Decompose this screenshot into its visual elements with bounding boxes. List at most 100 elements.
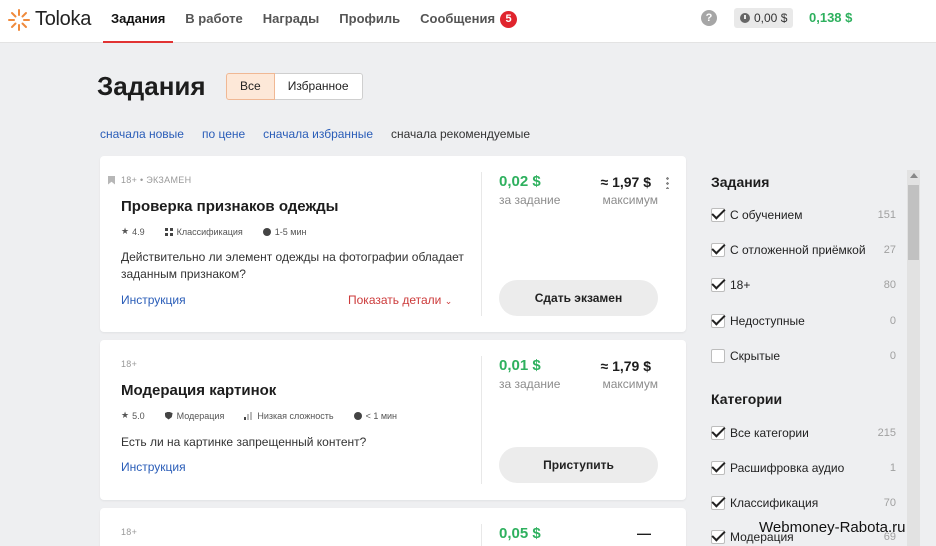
clock-icon — [353, 411, 362, 420]
task-duration: 1-5 мин — [262, 226, 317, 237]
checkbox[interactable] — [711, 496, 725, 510]
sort-favorites[interactable]: сначала избранные — [263, 127, 373, 141]
checkbox[interactable] — [711, 243, 725, 257]
task-type-label: Модерация — [176, 410, 225, 421]
difficulty-bars-icon — [244, 411, 254, 420]
filter-all-button[interactable]: Все — [226, 73, 275, 100]
show-details-label: Показать детали — [348, 293, 442, 307]
watermark: Webmoney-Rabota.ru — [759, 519, 906, 536]
task-tags: ★ 5.0 Модерация Низкая сложность < 1 мин — [121, 410, 417, 421]
category-label: Расшифровка аудио — [730, 461, 845, 475]
task-card[interactable]: 18+ Модерация картинок ★ 5.0 Модерация Ни… — [100, 340, 686, 500]
task-description: Действительно ли элемент одежды на фотог… — [121, 250, 464, 281]
category-all[interactable]: Все категории 215 — [711, 424, 896, 442]
categories-filter-title: Категории — [711, 391, 783, 407]
sort-options: сначала новые по цене сначала избранные … — [100, 127, 548, 141]
checkbox[interactable] — [711, 314, 725, 328]
max-earnings: ≈ 1,97 $ — [600, 174, 652, 190]
filter-label: 18+ — [730, 278, 751, 292]
task-card[interactable]: 18+ 0,05 $ — — [100, 508, 686, 546]
more-menu-icon[interactable] — [666, 176, 669, 189]
task-description: Есть ли на картинке запрещенный контент? — [121, 435, 367, 449]
task-price: 0,02 $ — [499, 173, 541, 190]
category-label: Все категории — [730, 426, 809, 440]
card-divider — [481, 172, 482, 316]
take-exam-button[interactable]: Сдать экзамен — [499, 280, 658, 316]
max-earnings: ≈ 1,79 $ — [600, 358, 652, 374]
clock-icon — [262, 227, 271, 236]
task-difficulty: Низкая сложность — [244, 411, 343, 421]
card-divider — [481, 356, 482, 484]
max-label: максимум — [602, 193, 658, 207]
scroll-up-arrow-icon[interactable] — [910, 173, 918, 178]
checkbox[interactable] — [711, 349, 725, 363]
filter-hidden[interactable]: Скрытые 0 — [711, 347, 896, 365]
task-price: 0,01 $ — [499, 357, 541, 374]
task-title[interactable]: Модерация картинок — [121, 382, 276, 399]
show-details-link[interactable]: Показать детали ⌄ — [348, 293, 452, 307]
main-nav: Задания В работе Награды Профиль Сообщен… — [103, 0, 529, 43]
filter-count: 27 — [883, 244, 896, 256]
nav-profile[interactable]: Профиль — [331, 0, 408, 43]
card-meta: 18+ — [121, 359, 138, 369]
clock-icon — [740, 13, 750, 23]
sort-recommended[interactable]: сначала рекомендуемые — [391, 127, 530, 141]
filter-unavailable[interactable]: Недоступные 0 — [711, 312, 896, 330]
sort-newest[interactable]: сначала новые — [100, 127, 184, 141]
top-bar: Toloka Задания В работе Награды Профиль … — [0, 0, 936, 43]
tasks-filter-title: Задания — [711, 174, 770, 190]
task-type-label: Классификация — [176, 226, 243, 237]
task-card[interactable]: 18+ • ЭКЗАМЕН Проверка признаков одежды … — [100, 156, 686, 332]
filter-count: 0 — [889, 350, 896, 362]
task-price: 0,05 $ — [499, 525, 541, 542]
category-classification[interactable]: Классификация 70 — [711, 494, 896, 512]
task-duration-label: 1-5 мин — [274, 226, 307, 237]
task-difficulty-label: Низкая сложность — [257, 410, 334, 421]
nav-in-progress[interactable]: В работе — [177, 0, 250, 43]
task-type: Классификация — [164, 226, 253, 237]
filter-label: С отложенной приёмкой — [730, 243, 866, 257]
bookmark-icon[interactable] — [108, 175, 115, 185]
start-task-button[interactable]: Приступить — [499, 447, 658, 483]
sort-price[interactable]: по цене — [202, 127, 245, 141]
task-title[interactable]: Проверка признаков одежды — [121, 198, 338, 215]
checkbox[interactable] — [711, 208, 725, 222]
help-icon[interactable]: ? — [701, 10, 717, 26]
rating: ★ 5.0 — [121, 410, 155, 421]
price-label: за задание — [499, 377, 561, 391]
checkbox[interactable] — [711, 461, 725, 475]
price-label: за задание — [499, 193, 561, 207]
balance[interactable]: 0,138 $ — [809, 10, 852, 25]
category-count: 1 — [889, 462, 896, 474]
star-icon: ★ — [121, 226, 130, 236]
category-audio-transcription[interactable]: Расшифровка аудио 1 — [711, 459, 896, 477]
filter-favorites-button[interactable]: Избранное — [274, 73, 363, 100]
instruction-link[interactable]: Инструкция — [121, 293, 186, 307]
filter-count: 151 — [877, 209, 896, 221]
grid-icon — [164, 227, 173, 236]
checkbox[interactable] — [711, 278, 725, 292]
toloka-logo[interactable]: Toloka — [8, 8, 91, 31]
task-duration-label: < 1 мин — [365, 410, 398, 421]
filter-adult[interactable]: 18+ 80 — [711, 276, 896, 294]
instruction-link[interactable]: Инструкция — [121, 460, 186, 474]
card-divider — [481, 524, 482, 546]
nav-tasks[interactable]: Задания — [103, 0, 174, 43]
nav-messages[interactable]: Сообщения 5 — [412, 0, 525, 43]
card-meta: 18+ — [121, 527, 138, 537]
nav-rewards[interactable]: Награды — [255, 0, 328, 43]
page-title: Задания — [97, 71, 206, 101]
filter-label: С обучением — [730, 208, 803, 222]
category-label: Классификация — [730, 496, 819, 510]
filter-label: Недоступные — [730, 314, 805, 328]
filter-delayed-acceptance[interactable]: С отложенной приёмкой 27 — [711, 241, 896, 259]
scrollbar-thumb[interactable] — [908, 185, 919, 260]
filter-count: 0 — [889, 315, 896, 327]
checkbox[interactable] — [711, 426, 725, 440]
logo-text: Toloka — [35, 8, 92, 30]
checkbox[interactable] — [711, 530, 725, 544]
messages-badge: 5 — [500, 11, 518, 28]
pending-balance[interactable]: 0,00 $ — [734, 8, 794, 28]
shield-icon — [164, 411, 173, 420]
filter-with-training[interactable]: С обучением 151 — [711, 206, 896, 224]
